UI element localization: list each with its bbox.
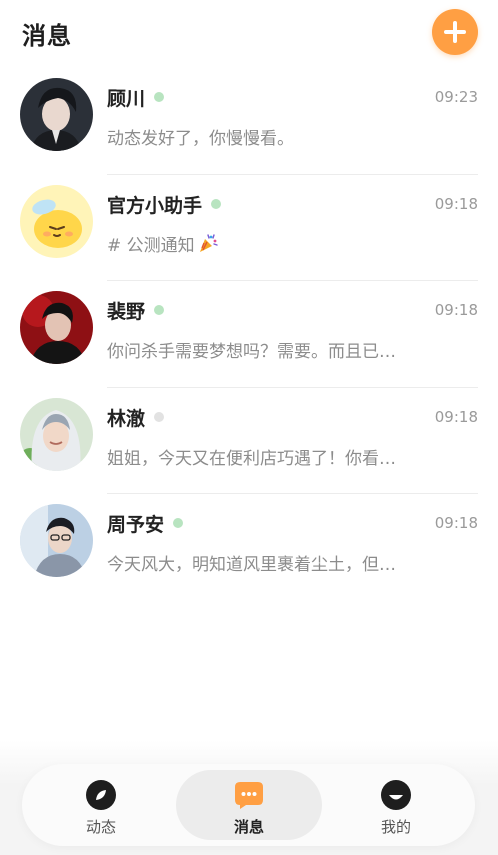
avatar [20,78,93,151]
conversation-item-peiye[interactable]: 裴野 09:18 你问杀手需要梦想吗？需要。而且已… [0,281,498,388]
conversation-item-guchuan[interactable]: 顾川 09:23 动态发好了，你慢慢看。 [0,68,498,175]
conversation-preview: 动态发好了，你慢慢看。 [107,129,294,149]
nav-item-moments[interactable]: 动态 [28,770,174,840]
conversation-preview: 你问杀手需要梦想吗？需要。而且已… [107,342,396,362]
conversation-time: 09:18 [434,407,478,426]
online-status-dot [154,92,165,102]
nav-item-messages[interactable]: 消息 [176,770,322,840]
bottom-nav: 动态 消息 我的 [22,764,475,846]
offline-status-dot [154,411,165,422]
avatar [20,504,93,577]
nav-label: 动态 [85,818,116,836]
conversation-name: 林澈 [107,404,165,431]
conversation-name: 顾川 [107,84,165,111]
plus-icon [444,21,466,43]
conversation-preview: 姐姐，今天又在便利店巧遇了！你看… [107,448,396,469]
party-popper-icon [199,233,218,252]
compass-leaf-icon [86,780,116,810]
conversation-time: 09:18 [434,301,478,319]
avatar [20,291,93,364]
conversation-preview: # 公测通知 [107,231,427,256]
chat-bubble-icon [235,782,263,809]
messages-page: 消息 顾川 09:23 动态发好了，你慢慢看。 官方小助手 09:18 # 公测… [0,0,498,855]
online-status-dot [211,198,222,209]
nav-label: 消息 [233,818,264,836]
avatar [20,184,93,258]
smile-face-icon [381,780,411,810]
conversation-item-zhouyuan[interactable]: 周予安 09:18 今天风大，明知道风里裹着尘土，但… [0,494,498,601]
conversation-preview: 今天风大，明知道风里裹着尘土，但… [107,555,396,575]
conversation-name: 官方小助手 [107,191,222,218]
nav-label: 我的 [380,818,411,836]
online-status-dot [173,518,184,528]
conversation-list: 顾川 09:23 动态发好了，你慢慢看。 官方小助手 09:18 # 公测通知 … [0,68,498,601]
conversation-name: 周予安 [107,510,184,537]
conversation-time: 09:23 [434,88,478,106]
conversation-time: 09:18 [434,194,478,213]
page-title: 消息 [22,22,72,50]
conversation-time: 09:18 [434,514,478,532]
avatar [20,397,93,471]
add-button[interactable] [432,9,478,55]
conversation-name: 裴野 [107,297,165,324]
conversation-item-assistant[interactable]: 官方小助手 09:18 # 公测通知 [0,175,498,281]
nav-item-profile[interactable]: 我的 [323,770,469,840]
online-status-dot [154,305,165,315]
conversation-item-linche[interactable]: 林澈 09:18 姐姐，今天又在便利店巧遇了！你看… [0,388,498,494]
header: 消息 [0,0,498,66]
